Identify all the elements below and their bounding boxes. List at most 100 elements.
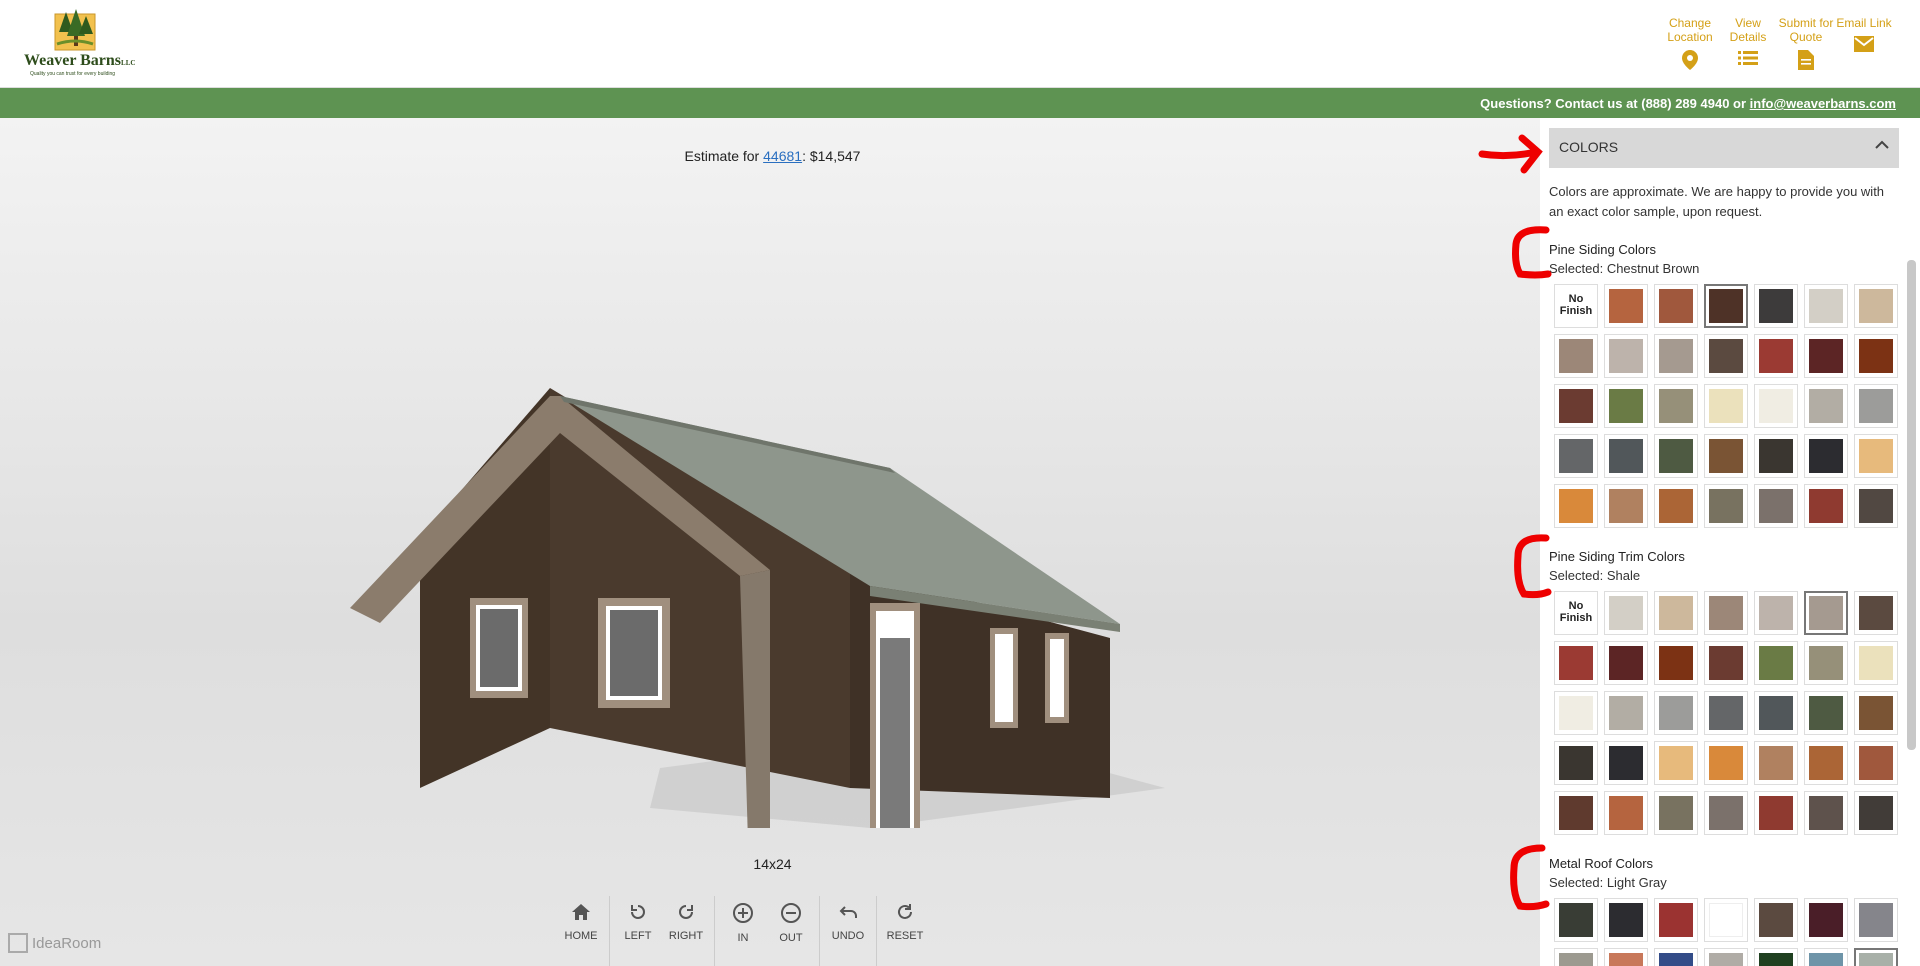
color-swatch[interactable] [1854, 641, 1898, 685]
color-swatch[interactable] [1854, 741, 1898, 785]
color-swatch[interactable] [1704, 434, 1748, 478]
submit-for-quote-button[interactable]: Submit for Quote [1778, 16, 1834, 70]
color-swatch[interactable] [1554, 791, 1598, 835]
color-swatch[interactable] [1604, 691, 1648, 735]
change-location-button[interactable]: Change Location [1662, 16, 1718, 70]
color-swatch[interactable] [1554, 691, 1598, 735]
color-swatch[interactable] [1854, 591, 1898, 635]
color-swatch[interactable] [1554, 384, 1598, 428]
color-swatch[interactable] [1604, 384, 1648, 428]
color-swatch[interactable] [1654, 334, 1698, 378]
color-swatch[interactable] [1554, 741, 1598, 785]
color-swatch[interactable] [1654, 591, 1698, 635]
color-swatch[interactable] [1754, 948, 1798, 966]
color-swatch[interactable] [1804, 898, 1848, 942]
color-swatch[interactable] [1704, 641, 1748, 685]
color-swatch[interactable] [1604, 791, 1648, 835]
undo-button[interactable]: UNDO [824, 896, 872, 966]
color-swatch[interactable] [1554, 484, 1598, 528]
color-swatch[interactable] [1604, 948, 1648, 966]
color-swatch[interactable] [1754, 898, 1798, 942]
color-swatch[interactable] [1654, 384, 1698, 428]
panel-scrollbar[interactable] [1907, 260, 1916, 750]
color-swatch[interactable] [1604, 484, 1648, 528]
no-finish-swatch[interactable]: No Finish [1554, 591, 1598, 635]
color-swatch[interactable] [1604, 284, 1648, 328]
color-swatch[interactable] [1654, 948, 1698, 966]
color-swatch[interactable] [1854, 284, 1898, 328]
color-swatch[interactable] [1804, 791, 1848, 835]
color-swatch[interactable] [1554, 334, 1598, 378]
color-swatch[interactable] [1804, 434, 1848, 478]
color-swatch[interactable] [1654, 691, 1698, 735]
email-link[interactable]: info@weaverbarns.com [1750, 96, 1896, 111]
view-details-button[interactable]: View Details [1720, 16, 1776, 66]
color-swatch[interactable] [1704, 384, 1748, 428]
color-swatch[interactable] [1654, 641, 1698, 685]
color-swatch[interactable] [1754, 741, 1798, 785]
color-swatch[interactable] [1854, 484, 1898, 528]
color-swatch[interactable] [1604, 898, 1648, 942]
color-swatch[interactable] [1554, 948, 1598, 966]
colors-section-header[interactable]: COLORS [1549, 128, 1899, 168]
color-swatch[interactable] [1704, 741, 1748, 785]
color-swatch[interactable] [1554, 434, 1598, 478]
email-link-button[interactable]: Email Link [1836, 16, 1892, 52]
color-swatch[interactable] [1754, 334, 1798, 378]
rotate-right-button[interactable]: RIGHT [662, 896, 710, 966]
rotate-left-button[interactable]: LEFT [614, 896, 662, 966]
zip-code-link[interactable]: 44681 [763, 148, 802, 164]
color-swatch[interactable] [1854, 691, 1898, 735]
building-3d-model[interactable] [350, 268, 1170, 828]
home-button[interactable]: HOME [557, 896, 605, 966]
color-swatch[interactable] [1804, 691, 1848, 735]
color-swatch[interactable] [1804, 591, 1848, 635]
color-swatch[interactable] [1654, 434, 1698, 478]
color-swatch[interactable] [1804, 641, 1848, 685]
3d-viewer[interactable]: Estimate for 44681: $14,547 14x24 HOME L… [0, 118, 1540, 966]
color-swatch[interactable] [1704, 591, 1748, 635]
color-swatch[interactable] [1754, 641, 1798, 685]
color-swatch[interactable] [1604, 591, 1648, 635]
color-swatch[interactable] [1854, 434, 1898, 478]
color-swatch[interactable] [1704, 334, 1748, 378]
color-swatch[interactable] [1854, 791, 1898, 835]
color-swatch[interactable] [1804, 334, 1848, 378]
color-swatch[interactable] [1754, 591, 1798, 635]
zoom-in-button[interactable]: IN [719, 896, 767, 966]
reset-button[interactable]: RESET [881, 896, 929, 966]
color-swatch[interactable] [1654, 898, 1698, 942]
color-swatch[interactable] [1704, 284, 1748, 328]
color-swatch[interactable] [1604, 741, 1648, 785]
color-swatch[interactable] [1804, 484, 1848, 528]
color-swatch[interactable] [1804, 284, 1848, 328]
color-swatch[interactable] [1704, 484, 1748, 528]
color-swatch[interactable] [1604, 641, 1648, 685]
color-swatch[interactable] [1704, 691, 1748, 735]
color-swatch[interactable] [1754, 484, 1798, 528]
color-swatch[interactable] [1604, 434, 1648, 478]
color-swatch[interactable] [1554, 898, 1598, 942]
zoom-out-button[interactable]: OUT [767, 896, 815, 966]
color-swatch[interactable] [1654, 741, 1698, 785]
color-swatch[interactable] [1654, 791, 1698, 835]
color-swatch[interactable] [1754, 434, 1798, 478]
color-swatch[interactable] [1604, 334, 1648, 378]
idearoom-brand[interactable]: IdeaRoom [8, 933, 101, 953]
color-swatch[interactable] [1754, 691, 1798, 735]
color-swatch[interactable] [1804, 741, 1848, 785]
color-swatch[interactable] [1654, 484, 1698, 528]
color-swatch[interactable] [1854, 384, 1898, 428]
color-swatch[interactable] [1854, 898, 1898, 942]
color-swatch[interactable] [1804, 948, 1848, 966]
color-swatch[interactable] [1854, 334, 1898, 378]
color-swatch[interactable] [1704, 898, 1748, 942]
no-finish-swatch[interactable]: No Finish [1554, 284, 1598, 328]
color-swatch[interactable] [1754, 384, 1798, 428]
color-swatch[interactable] [1554, 641, 1598, 685]
color-swatch[interactable] [1754, 791, 1798, 835]
color-swatch[interactable] [1804, 384, 1848, 428]
color-swatch[interactable] [1854, 948, 1898, 966]
color-swatch[interactable] [1654, 284, 1698, 328]
color-swatch[interactable] [1704, 948, 1748, 966]
